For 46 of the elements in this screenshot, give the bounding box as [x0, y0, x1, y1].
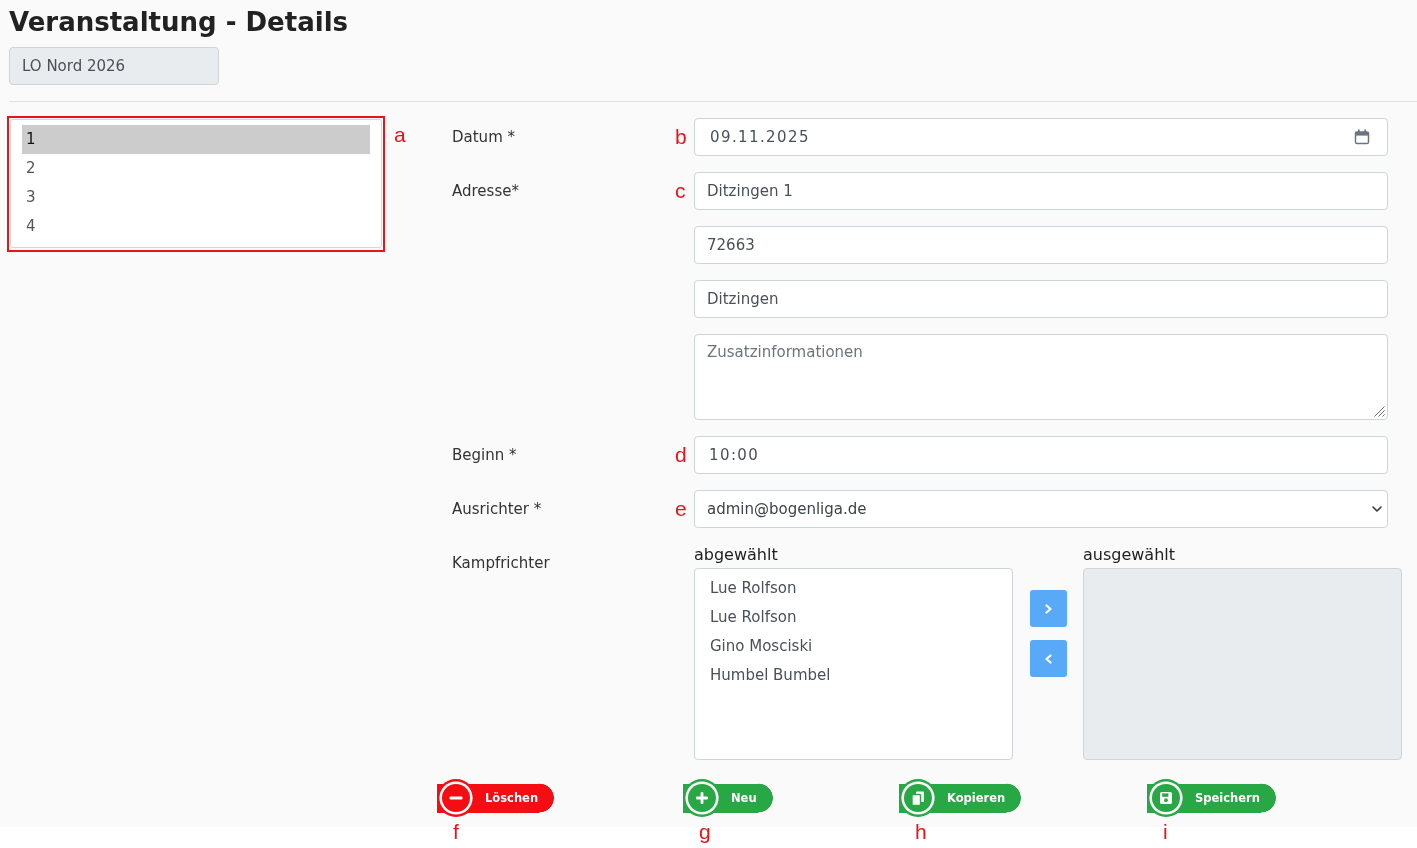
- field-label: Ausrichter *: [452, 499, 542, 520]
- text-field[interactable]: Ditzingen: [694, 280, 1388, 318]
- list-item[interactable]: Lue Rolfson: [695, 603, 1012, 632]
- time-field[interactable]: 10:00: [694, 436, 1388, 474]
- list-item[interactable]: Humbel Bumbel: [695, 661, 1012, 690]
- annotation-letter: a: [394, 122, 406, 148]
- field-label: Adresse*: [452, 181, 519, 202]
- resize-grip-icon: [1374, 406, 1385, 417]
- field-label: Beginn *: [452, 445, 517, 466]
- annotation-letter: h: [914, 820, 927, 844]
- calendar-icon: [1354, 129, 1370, 145]
- chevron-down-icon: [1372, 506, 1382, 512]
- delete-button[interactable]: Löschen: [437, 779, 555, 817]
- chevron-right-icon: [1044, 603, 1052, 614]
- annotation-letter: e: [675, 496, 687, 522]
- list-item[interactable]: Lue Rolfson: [695, 574, 1012, 603]
- annotation-letter: g: [698, 820, 711, 844]
- chevron-left-icon: [1044, 653, 1052, 664]
- date-field[interactable]: 09.11.2025: [694, 118, 1388, 156]
- list-box[interactable]: 1 2 3 4: [10, 119, 382, 248]
- field-label: Datum *: [452, 127, 515, 148]
- field-label: Kampfrichter: [452, 553, 550, 574]
- annotation-letter: i: [1162, 820, 1168, 844]
- floppy-disk-icon: [1147, 779, 1185, 817]
- list-heading: abgewählt: [694, 544, 778, 566]
- dropdown-field[interactable]: admin@bogenliga.de: [694, 490, 1388, 528]
- annotation-letter: c: [675, 178, 686, 204]
- text-field[interactable]: Ditzingen 1: [694, 172, 1388, 210]
- annotation-letter: d: [675, 442, 687, 468]
- list-box[interactable]: Lue Rolfson Lue Rolfson Gino Mosciski Humbel Bumbel: [694, 568, 1013, 760]
- list-item[interactable]: 4: [22, 212, 370, 241]
- textarea-field[interactable]: Zusatzinformationen: [694, 334, 1388, 420]
- plus-circle-icon: [683, 779, 721, 817]
- list-heading: ausgewählt: [1083, 544, 1176, 566]
- text-field[interactable]: 72663: [694, 226, 1388, 264]
- list-item[interactable]: 3: [22, 183, 370, 212]
- page-title: Veranstaltung - Details: [9, 6, 348, 39]
- list-item[interactable]: 1: [22, 125, 370, 154]
- minus-circle-icon: [437, 779, 475, 817]
- pages-icon: [899, 779, 937, 817]
- list-item[interactable]: 2: [22, 154, 370, 183]
- list-item[interactable]: Gino Mosciski: [695, 632, 1012, 661]
- annotation-letter: f: [452, 820, 459, 844]
- annotation-letter: b: [675, 124, 687, 150]
- move-left-button[interactable]: [1029, 640, 1067, 677]
- move-right-button[interactable]: [1029, 590, 1067, 627]
